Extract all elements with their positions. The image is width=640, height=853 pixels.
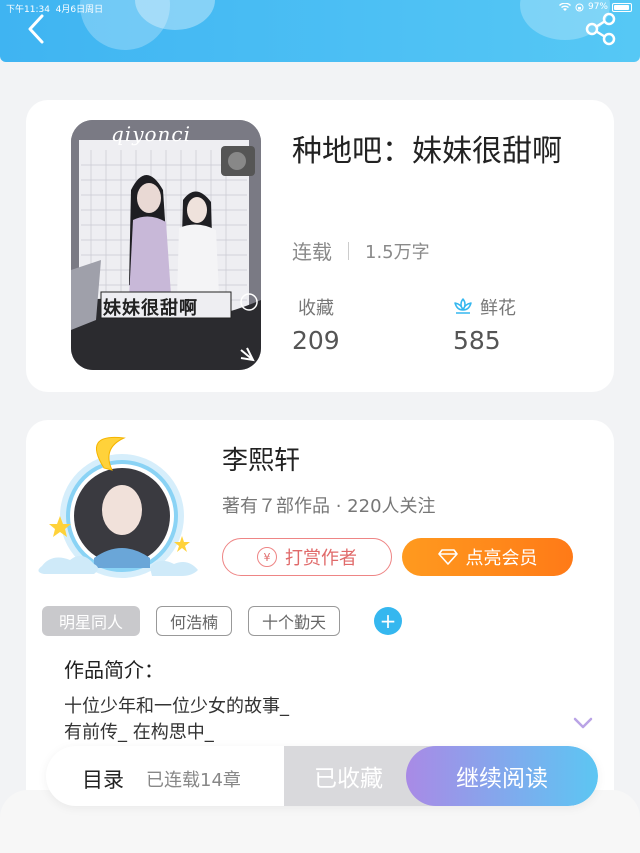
book-cover[interactable]: qiyonci 妹妹很甜啊 [71,120,261,370]
collect-count: 209 [292,326,340,355]
tag-list: 明星同人 何浩楠 十个勤天 + [42,606,402,636]
flower-icon [454,298,472,314]
tag-item[interactable]: 十个勤天 [248,606,340,636]
bottom-action-bar: 目录 已连载14章 已收藏 继续阅读 [46,746,598,806]
toc-button[interactable]: 目录 [82,764,124,794]
book-meta: 连载 1.5万字 [292,236,430,265]
vip-button[interactable]: 点亮会员 [402,538,573,576]
author-meta: 著有７部作品 · 220人关注 [222,496,436,517]
book-title: 种地吧：妹妹很甜啊 [292,134,562,169]
status-bar: 下午11:34 4月6日周日 97% [0,0,640,16]
diamond-icon [437,549,458,565]
cover-title: 妹妹很甜啊 [103,298,198,319]
collect-label: 收藏 [298,298,334,319]
share-icon[interactable] [584,12,618,46]
serial-chapters: 已连载14章 [146,770,241,791]
flower-label: 鲜花 [480,298,516,319]
status-date: 4月6日周日 [55,5,104,15]
author-avatar[interactable] [32,428,202,588]
yen-icon: ¥ [257,547,277,567]
reward-label: 打赏作者 [285,548,357,569]
intro-label: 作品简介： [64,658,164,682]
divider [348,241,349,260]
word-count: 1.5万字 [365,241,430,263]
top-header: 下午11:34 4月6日周日 97% [0,0,640,62]
tag-item[interactable]: 明星同人 [42,606,140,636]
add-tag-button[interactable]: + [374,607,402,635]
battery-percent: 97% [587,2,608,12]
cover-art [71,120,261,370]
tag-item[interactable]: 何浩楠 [156,606,232,636]
book-info-card: qiyonci 妹妹很甜啊 种地吧：妹妹很甜啊 连载 1.5万字 收藏 209 … [26,100,614,392]
flower-stat[interactable]: 鲜花 [452,294,516,320]
flower-count: 585 [453,326,501,355]
author-name[interactable]: 李熙轩 [222,440,300,477]
serial-status: 连载 [292,240,332,264]
expand-chevron-icon[interactable] [572,716,594,730]
lock-rotation-icon [575,3,584,11]
vip-label: 点亮会员 [465,548,538,569]
wifi-icon [558,2,571,11]
battery-icon [612,2,632,12]
read-label: 继续阅读 [456,766,548,792]
back-chevron-icon[interactable] [22,12,52,46]
intro-text: 十位少年和一位少女的故事_ 有前传_ 在构思中_ [64,696,289,743]
continue-reading-button[interactable]: 继续阅读 [406,746,598,806]
reward-author-button[interactable]: ¥ 打赏作者 [222,538,392,576]
saved-label: 已收藏 [314,766,383,792]
cover-script: qiyonci [111,122,192,146]
